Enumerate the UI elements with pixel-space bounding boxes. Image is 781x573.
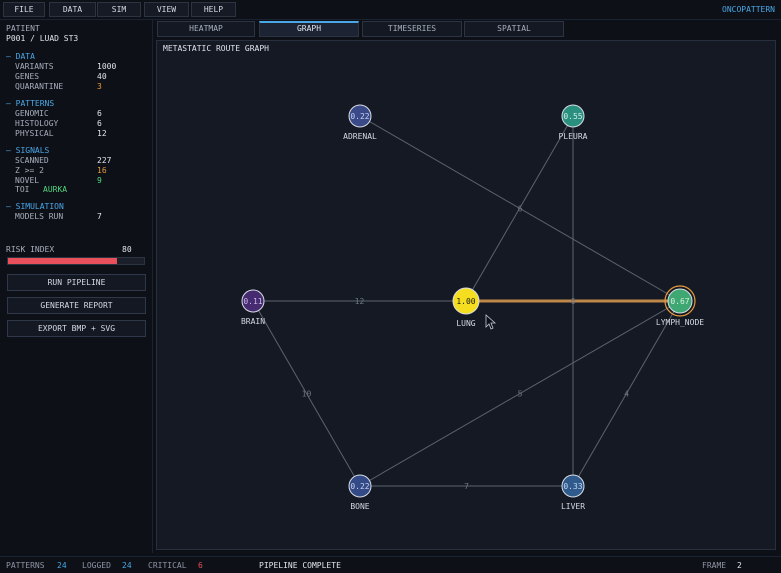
tab-graph[interactable]: GRAPH [259, 21, 359, 37]
status-frame-value: 2 [737, 561, 742, 570]
physical-label: PHYSICAL [15, 129, 54, 138]
novel-value: 9 [97, 176, 102, 185]
export-button[interactable]: EXPORT BMP + SVG [7, 320, 146, 337]
variants-label: VARIANTS [15, 62, 54, 71]
histology-value: 6 [97, 119, 102, 128]
z-score-value: 16 [97, 166, 107, 175]
node-label: ADRENAL [343, 132, 377, 141]
graph-panel: METASTATIC ROUTE GRAPH 6 6 12 10 5 4 7 1.00 LUNG… [156, 40, 776, 550]
node-label: LIVER [561, 502, 585, 511]
status-critical-value: 6 [198, 561, 203, 570]
edge-weight-label: 7 [464, 482, 469, 491]
node-label: BRAIN [241, 317, 265, 326]
z-score-label: Z >= 2 [15, 166, 44, 175]
section-simulation-header[interactable]: – SIMULATION [6, 202, 64, 211]
risk-index-fill [8, 258, 117, 264]
edge-weight-label: 10 [302, 390, 312, 399]
patient-id: P001 / LUAD ST3 [6, 34, 79, 43]
edge-weight-label: 12 [355, 297, 365, 306]
risk-index-value: 80 [122, 245, 132, 254]
risk-index-label: RISK INDEX [6, 245, 55, 254]
genes-value: 40 [97, 72, 107, 81]
tab-timeseries[interactable]: TIMESERIES [362, 21, 462, 37]
patient-label: PATIENT [6, 24, 40, 33]
edge-weight-label: 5 [518, 390, 523, 399]
graph-node-bone[interactable]: 0.22 BONE [348, 474, 372, 511]
node-value: 0.11 [243, 297, 262, 306]
variants-value: 1000 [97, 62, 117, 71]
edge-weight-label: 4 [624, 390, 629, 399]
node-value: 1.00 [456, 297, 475, 306]
status-frame-label: FRAME [702, 561, 727, 570]
toi-label: TOI [15, 185, 30, 194]
scanned-value: 227 [97, 156, 112, 165]
risk-index-bar [7, 257, 145, 265]
quarantine-label: QUARANTINE [15, 82, 64, 91]
section-data-header[interactable]: – DATA [6, 52, 35, 61]
node-value: 0.33 [563, 482, 582, 491]
status-patterns-value: 24 [57, 561, 67, 570]
graph-node-liver[interactable]: 0.33 LIVER [561, 474, 585, 511]
section-patterns-header[interactable]: – PATTERNS [6, 99, 54, 108]
genomic-label: GENOMIC [15, 109, 49, 118]
models-run-label: MODELS RUN [15, 212, 64, 221]
graph-node-lung[interactable]: 1.00 LUNG [452, 287, 480, 328]
novel-label: NOVEL [15, 176, 40, 185]
app-name: ONCOPATTERN [722, 5, 775, 14]
graph-node-lymph_node[interactable]: 0.67 LYMPH_NODE [656, 285, 704, 327]
status-critical-label: CRITICAL [148, 561, 187, 570]
status-bar: PATTERNS 24 LOGGED 24 CRITICAL 6 PIPELIN… [0, 556, 781, 573]
run-pipeline-button[interactable]: RUN PIPELINE [7, 274, 146, 291]
section-signals-header[interactable]: – SIGNALS [6, 146, 49, 155]
quarantine-value: 3 [97, 82, 102, 91]
status-logged-label: LOGGED [82, 561, 111, 570]
node-value: 0.22 [350, 112, 369, 121]
node-value: 0.55 [563, 112, 582, 121]
genomic-value: 6 [97, 109, 102, 118]
graph-node-pleura[interactable]: 0.55 PLEURA [559, 104, 588, 141]
menu-help[interactable]: HELP [191, 2, 236, 17]
node-label: BONE [350, 502, 369, 511]
generate-report-button[interactable]: GENERATE REPORT [7, 297, 146, 314]
menu-view[interactable]: VIEW [144, 2, 189, 17]
genes-label: GENES [15, 72, 40, 81]
tab-spatial[interactable]: SPATIAL [464, 21, 564, 37]
sidebar: PATIENT P001 / LUAD ST3 – DATA VARIANTS … [0, 20, 153, 553]
models-run-value: 7 [97, 212, 102, 221]
node-value: 0.22 [350, 482, 369, 491]
physical-value: 12 [97, 129, 107, 138]
toi-value: AURKA [43, 185, 68, 194]
menu-sim[interactable]: SIM [97, 2, 141, 17]
graph-node-brain[interactable]: 0.11 BRAIN [241, 289, 265, 326]
status-message: PIPELINE COMPLETE [259, 561, 341, 570]
node-label: LYMPH_NODE [656, 318, 704, 327]
route-graph[interactable]: 6 6 12 10 5 4 7 1.00 LUNG 0.67 LYMPH_NODE 0.22 ADREN… [157, 41, 775, 549]
histology-label: HISTOLOGY [15, 119, 59, 128]
menu-data[interactable]: DATA [49, 2, 96, 17]
node-label: LUNG [456, 319, 475, 328]
node-label: PLEURA [559, 132, 588, 141]
edge-weight-label: 6 [571, 297, 576, 306]
status-patterns-label: PATTERNS [6, 561, 45, 570]
menu-bar: FILE DATA SIM VIEW HELP ONCOPATTERN [0, 0, 781, 20]
menu-file[interactable]: FILE [3, 2, 45, 17]
mouse-cursor-icon [485, 314, 497, 330]
status-logged-value: 24 [122, 561, 132, 570]
node-value: 0.67 [670, 297, 689, 306]
scanned-label: SCANNED [15, 156, 49, 165]
edge-weight-label: 6 [518, 205, 523, 214]
tab-heatmap[interactable]: HEATMAP [157, 21, 255, 37]
